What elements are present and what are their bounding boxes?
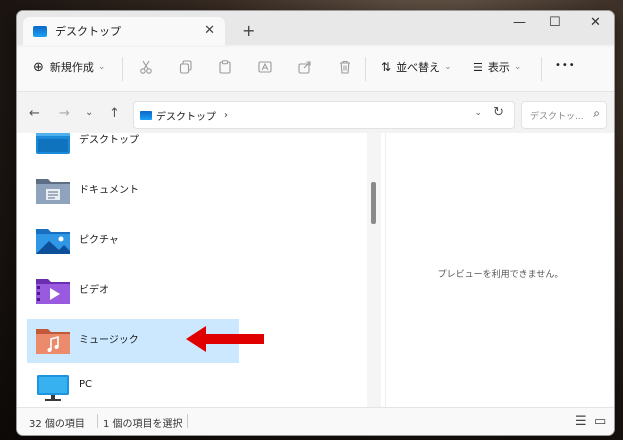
- tab-title: デスクトップ: [55, 25, 121, 38]
- chevron-down-icon: ⌄: [97, 62, 106, 72]
- desktop-folder-icon: [33, 25, 47, 37]
- content-area: デスクトップ ドキュメント ピクチャ ビデオ ミュージック PC プレビューを利…: [17, 133, 614, 407]
- file-label: ビデオ: [79, 285, 109, 296]
- sort-icon: ⇅: [381, 60, 392, 74]
- file-label: ミュージック: [79, 335, 139, 346]
- desktop-folder-icon: [36, 133, 70, 154]
- back-button[interactable]: ←: [29, 106, 40, 121]
- file-list: デスクトップ ドキュメント ピクチャ ビデオ ミュージック PC: [17, 133, 357, 407]
- search-placeholder: デスクトッ...: [530, 112, 584, 122]
- breadcrumb-desktop[interactable]: デスクトップ: [156, 108, 216, 123]
- search-box[interactable]: デスクトッ... ⌕: [521, 101, 607, 129]
- address-bar[interactable]: デスクトップ › ⌄ ↻: [133, 101, 515, 129]
- recent-locations-button[interactable]: ⌄: [85, 107, 93, 118]
- file-label: ピクチャ: [79, 235, 119, 246]
- item-count: 32 個の項目: [29, 419, 85, 430]
- scrollbar-thumb[interactable]: [371, 182, 376, 224]
- new-button-label: 新規作成: [49, 61, 94, 74]
- file-label: デスクトップ: [79, 135, 139, 146]
- search-icon[interactable]: ⌕: [593, 106, 600, 121]
- view-button[interactable]: ☰ 表示 ⌄: [473, 59, 521, 75]
- details-view-icon[interactable]: ☰: [575, 414, 587, 429]
- tab-close-button[interactable]: ✕: [204, 23, 215, 38]
- list-item-documents[interactable]: ドキュメント: [27, 169, 239, 213]
- list-item-videos[interactable]: ビデオ: [27, 269, 239, 313]
- up-button[interactable]: ↑: [109, 106, 120, 121]
- status-bar: 32 個の項目 1 個の項目を選択 ☰ ▭: [17, 407, 614, 435]
- share-icon[interactable]: [298, 60, 312, 74]
- sort-button[interactable]: ⇅ 並べ替え ⌄: [381, 59, 452, 75]
- file-label: PC: [79, 379, 93, 390]
- status-divider: [97, 414, 98, 428]
- selection-count: 1 個の項目を選択: [103, 419, 183, 430]
- close-button[interactable]: ✕: [590, 15, 601, 30]
- music-folder-icon: [36, 329, 70, 354]
- maximize-button[interactable]: ☐: [549, 15, 561, 30]
- pictures-folder-icon: [36, 229, 70, 254]
- breadcrumb-chevron-icon[interactable]: ›: [224, 110, 228, 121]
- refresh-icon[interactable]: ↻: [493, 105, 504, 120]
- videos-folder-icon: [36, 279, 70, 304]
- tab-desktop[interactable]: デスクトップ ✕: [23, 17, 225, 45]
- title-bar: デスクトップ ✕ + — ☐ ✕: [17, 11, 614, 45]
- cut-icon[interactable]: [139, 60, 153, 74]
- desktop-folder-icon: [140, 110, 152, 120]
- documents-folder-icon: [36, 179, 70, 204]
- command-bar: ⊕ 新規作成 ⌄ ⇅ 並べ替え ⌄ ☰ 表示 ⌄ •••: [17, 47, 614, 92]
- toolbar-divider: [122, 57, 123, 81]
- delete-icon[interactable]: [338, 60, 352, 74]
- preview-pane: プレビューを利用できません。: [385, 133, 614, 407]
- new-button[interactable]: ⊕ 新規作成 ⌄: [33, 59, 105, 75]
- plus-circle-icon: ⊕: [33, 59, 44, 75]
- list-item-pc[interactable]: PC: [27, 369, 239, 407]
- more-icon: •••: [555, 60, 576, 71]
- sort-button-label: 並べ替え: [396, 61, 441, 74]
- minimize-button[interactable]: —: [513, 15, 526, 30]
- address-row: ← → ⌄ ↑ デスクトップ › ⌄ ↻ デスクトッ... ⌕: [17, 97, 614, 133]
- view-button-label: 表示: [487, 61, 510, 74]
- toolbar-divider: [541, 57, 542, 81]
- copy-icon[interactable]: [179, 60, 193, 74]
- see-more-button[interactable]: •••: [555, 60, 576, 71]
- forward-button[interactable]: →: [59, 106, 70, 121]
- annotation-arrow: [186, 326, 264, 352]
- file-list-scrollbar[interactable]: [367, 133, 381, 407]
- rename-icon[interactable]: [258, 60, 272, 74]
- list-item-desktop[interactable]: デスクトップ: [27, 133, 239, 163]
- view-icon: ☰: [473, 60, 483, 74]
- pc-icon: [37, 375, 69, 401]
- tiles-view-icon[interactable]: ▭: [594, 414, 606, 429]
- chevron-down-icon: ⌄: [513, 62, 522, 72]
- status-divider: [187, 414, 188, 428]
- file-explorer-window: デスクトップ ✕ + — ☐ ✕ ⊕ 新規作成 ⌄ ⇅ 並べ替え ⌄ ☰ 表示 …: [16, 10, 615, 436]
- new-tab-button[interactable]: +: [242, 21, 255, 40]
- toolbar-divider: [365, 57, 366, 81]
- paste-icon[interactable]: [218, 60, 232, 74]
- preview-message: プレビューを利用できません。: [437, 270, 564, 280]
- address-dropdown-icon[interactable]: ⌄: [474, 108, 482, 118]
- list-item-pictures[interactable]: ピクチャ: [27, 219, 239, 263]
- chevron-down-icon: ⌄: [444, 62, 452, 72]
- file-label: ドキュメント: [79, 185, 139, 196]
